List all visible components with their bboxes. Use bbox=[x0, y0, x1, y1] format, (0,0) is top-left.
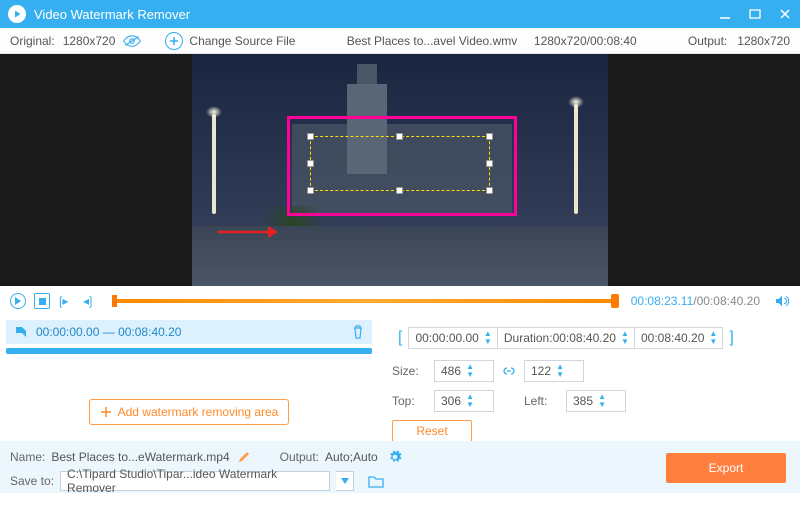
app-logo bbox=[8, 5, 26, 23]
mark-in-button[interactable]: [▸ bbox=[58, 293, 74, 309]
selection-box[interactable] bbox=[310, 136, 490, 191]
add-source-icon[interactable] bbox=[165, 32, 183, 50]
bracket-end-icon[interactable]: ] bbox=[723, 329, 739, 347]
export-button[interactable]: Export bbox=[666, 453, 786, 483]
output-resolution: 1280x720 bbox=[737, 34, 790, 48]
reset-button[interactable]: Reset bbox=[392, 420, 472, 442]
video-preview[interactable] bbox=[0, 54, 800, 286]
size-label: Size: bbox=[392, 364, 426, 378]
left-input[interactable]: 385▲▼ bbox=[566, 390, 626, 412]
play-button[interactable] bbox=[10, 293, 26, 309]
change-source-button[interactable]: Change Source File bbox=[189, 34, 295, 48]
original-resolution: 1280x720 bbox=[63, 34, 116, 48]
edit-name-icon[interactable] bbox=[238, 451, 250, 463]
top-label: Top: bbox=[392, 394, 426, 408]
start-time-input[interactable]: 00:00:00.00▲▼ bbox=[408, 327, 497, 349]
top-input[interactable]: 306▲▼ bbox=[434, 390, 494, 412]
timeline-slider[interactable] bbox=[114, 299, 615, 303]
spin-down-icon[interactable]: ▼ bbox=[483, 338, 493, 346]
output-format-label: Output: bbox=[280, 450, 319, 464]
total-time: /00:08:40.20 bbox=[693, 294, 760, 308]
open-folder-icon[interactable] bbox=[368, 475, 384, 488]
segment-bar[interactable] bbox=[6, 348, 372, 354]
segment-tag-icon bbox=[14, 325, 28, 339]
left-label: Left: bbox=[524, 394, 558, 408]
close-button[interactable] bbox=[778, 7, 792, 21]
save-path-input[interactable]: C:\Tipard Studio\Tipar...ideo Watermark … bbox=[60, 471, 330, 491]
source-filename: Best Places to...avel Video.wmv bbox=[347, 34, 518, 48]
segment-item[interactable]: 00:00:00.00 — 00:08:40.20 bbox=[6, 320, 372, 344]
stop-button[interactable] bbox=[34, 293, 50, 309]
delete-segment-icon[interactable] bbox=[352, 325, 364, 339]
current-time: 00:08:23.11 bbox=[631, 294, 694, 308]
output-format-value: Auto;Auto bbox=[325, 450, 378, 464]
output-label: Output: bbox=[688, 34, 727, 48]
name-label: Name: bbox=[10, 450, 45, 464]
height-input[interactable]: 122▲▼ bbox=[524, 360, 584, 382]
svg-text:[▸: [▸ bbox=[59, 294, 68, 308]
save-path-dropdown[interactable] bbox=[336, 471, 354, 491]
bracket-start-icon[interactable]: [ bbox=[392, 329, 408, 347]
output-filename: Best Places to...eWatermark.mp4 bbox=[51, 450, 229, 464]
end-time-input[interactable]: 00:08:40.20▲▼ bbox=[635, 327, 723, 349]
add-watermark-area-button[interactable]: Add watermark removing area bbox=[89, 399, 289, 425]
source-meta: 1280x720/00:08:40 bbox=[534, 34, 637, 48]
maximize-button[interactable] bbox=[748, 7, 762, 21]
volume-icon[interactable] bbox=[774, 294, 790, 308]
app-title: Video Watermark Remover bbox=[34, 7, 718, 22]
segment-range: 00:00:00.00 — 00:08:40.20 bbox=[36, 325, 344, 339]
annotation-arrow bbox=[218, 224, 278, 240]
duration-input[interactable]: Duration:00:08:40.20▲▼ bbox=[498, 327, 635, 349]
original-label: Original: bbox=[10, 34, 55, 48]
link-dimensions-icon[interactable] bbox=[502, 364, 516, 378]
svg-text:◂]: ◂] bbox=[83, 294, 92, 308]
preview-toggle-icon[interactable] bbox=[123, 34, 141, 48]
output-settings-icon[interactable] bbox=[388, 450, 402, 464]
mark-out-button[interactable]: ◂] bbox=[82, 293, 98, 309]
saveto-label: Save to: bbox=[10, 474, 54, 488]
width-input[interactable]: 486▲▼ bbox=[434, 360, 494, 382]
minimize-button[interactable] bbox=[718, 7, 732, 21]
